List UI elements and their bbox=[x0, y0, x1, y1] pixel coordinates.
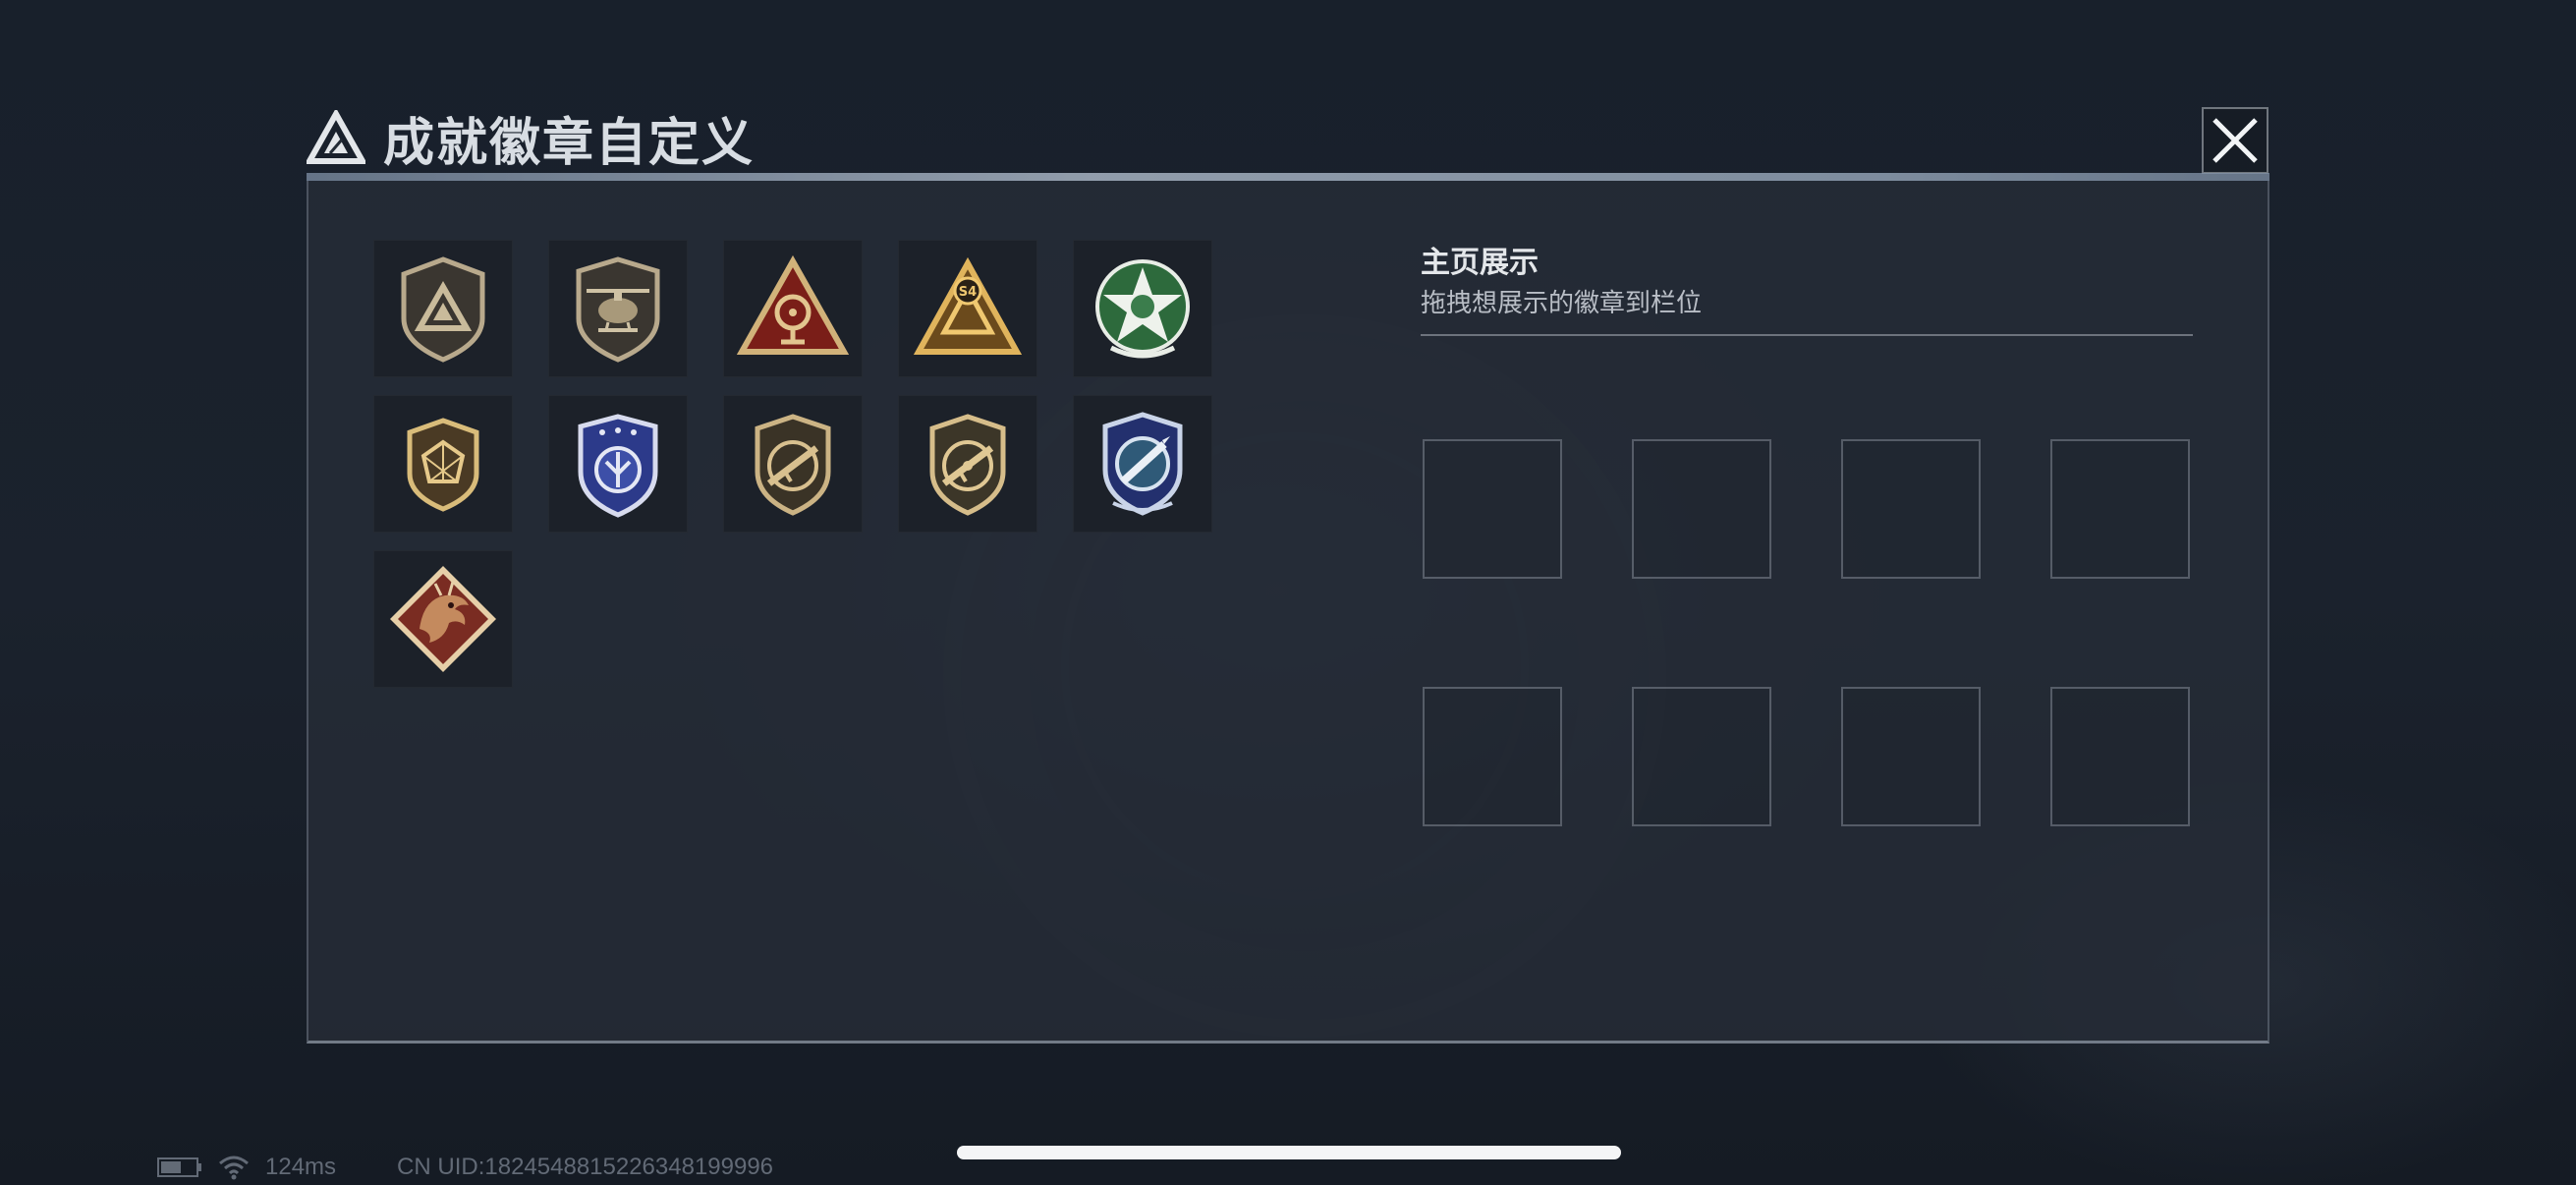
badge-helicopter[interactable] bbox=[548, 240, 688, 377]
blue-shield-icon bbox=[578, 414, 658, 518]
close-icon bbox=[2202, 107, 2268, 174]
rifle-shield-icon bbox=[755, 414, 831, 516]
dialog-header: 成就徽章自定义 bbox=[307, 98, 755, 177]
badge-blue-rocket[interactable] bbox=[1073, 395, 1212, 533]
dragon-diamond-icon bbox=[390, 566, 496, 672]
badge-s4-triangle[interactable]: S4 bbox=[898, 240, 1037, 377]
close-button[interactable] bbox=[2201, 106, 2269, 175]
uid-text: CN UID:1824548815226348199996 bbox=[397, 1154, 774, 1180]
s4-triangle-icon: S4 bbox=[913, 256, 1023, 355]
header-divider bbox=[307, 173, 2269, 181]
showcase-slot[interactable] bbox=[1841, 439, 1981, 579]
status-bar: 124ms CN UID:1824548815226348199996 bbox=[157, 1154, 773, 1181]
dialog-title: 成就徽章自定义 bbox=[383, 113, 756, 173]
badge-panel: S4 主页展示 拖拽想展示的徽章到栏位 bbox=[307, 181, 2269, 1044]
showcase-slot[interactable] bbox=[1841, 687, 1981, 826]
showcase-slot[interactable] bbox=[1423, 439, 1562, 579]
helicopter-shield-icon bbox=[576, 256, 660, 363]
showcase-divider bbox=[1421, 334, 2193, 336]
badge-green-star[interactable] bbox=[1073, 240, 1212, 377]
showcase-slot[interactable] bbox=[2050, 687, 2190, 826]
badge-red-triangle-satellite[interactable] bbox=[723, 240, 863, 377]
badge-blue-shield[interactable] bbox=[548, 395, 688, 533]
showcase-slot[interactable] bbox=[1632, 439, 1771, 579]
svg-text:S4: S4 bbox=[959, 285, 977, 300]
showcase-title: 主页展示 bbox=[1421, 246, 1539, 280]
wifi-icon bbox=[219, 1156, 249, 1180]
showcase-slot[interactable] bbox=[2050, 439, 2190, 579]
rifle-shield-icon bbox=[929, 414, 1006, 516]
showcase-slot[interactable] bbox=[1632, 687, 1771, 826]
ping-text: 124ms bbox=[265, 1154, 337, 1180]
badge-dragon[interactable] bbox=[373, 550, 513, 688]
home-indicator[interactable] bbox=[957, 1146, 1621, 1159]
battery-icon bbox=[157, 1157, 201, 1177]
triangle-logo-icon bbox=[307, 110, 365, 164]
green-star-icon bbox=[1095, 259, 1190, 359]
satellite-triangle-icon bbox=[736, 254, 850, 355]
shield-triangle-icon bbox=[401, 256, 485, 363]
rocket-shield-icon bbox=[1102, 412, 1183, 516]
badge-gold-polygon[interactable] bbox=[373, 395, 513, 533]
showcase-slot[interactable] bbox=[1423, 687, 1562, 826]
badge-shield-logo[interactable] bbox=[373, 240, 513, 377]
badge-rifle-1[interactable] bbox=[723, 395, 863, 533]
showcase-subtitle: 拖拽想展示的徽章到栏位 bbox=[1421, 289, 1703, 318]
badge-rifle-2[interactable] bbox=[898, 395, 1037, 533]
game-screen: 成就徽章自定义 S4 主页展示 拖拽想展示的徽章到栏位 124ms CN UID… bbox=[0, 0, 2576, 1185]
polygon-shield-icon bbox=[407, 418, 479, 512]
